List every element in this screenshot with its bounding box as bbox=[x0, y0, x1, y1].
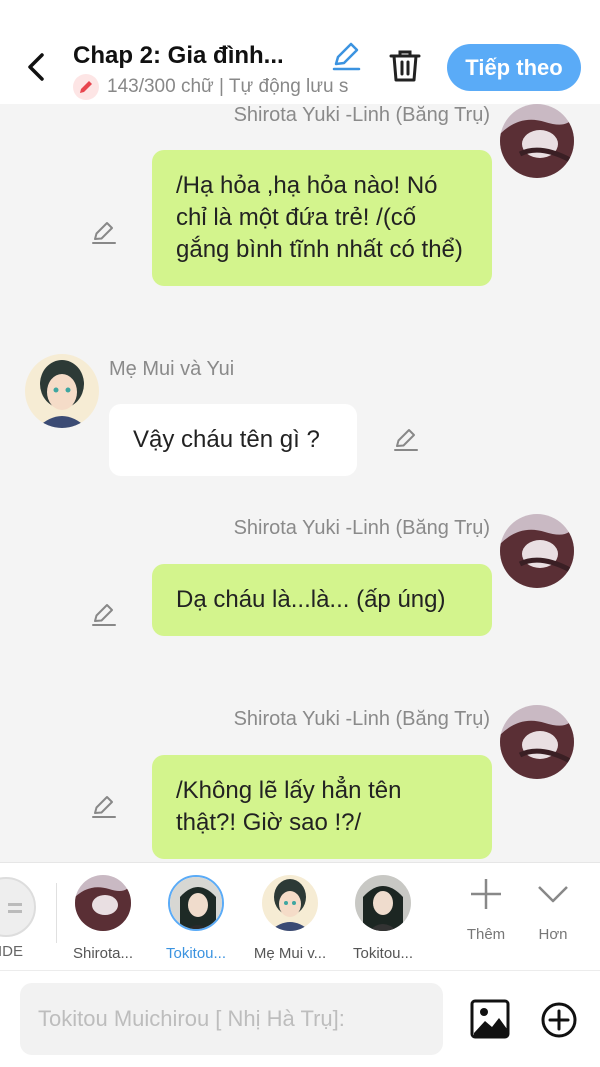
avatar bbox=[168, 875, 224, 931]
sender-name: Mẹ Mui và Yui bbox=[109, 358, 235, 380]
avatar bbox=[75, 875, 131, 931]
side-label[interactable]: IDE bbox=[0, 943, 23, 960]
word-count-text: 143/300 chữ | Tự động lưu s bbox=[107, 76, 349, 97]
pencil-badge-icon bbox=[73, 74, 99, 100]
sender-name: Shirota Yuki -Linh (Băng Trụ) bbox=[233, 708, 490, 730]
composer bbox=[0, 970, 600, 1067]
next-button[interactable]: Tiếp theo bbox=[447, 44, 581, 91]
sender-name: Shirota Yuki -Linh (Băng Trụ) bbox=[233, 104, 490, 126]
add-circle-icon[interactable] bbox=[540, 1001, 578, 1039]
edit-message-icon[interactable] bbox=[90, 218, 118, 246]
avatar-shirota[interactable] bbox=[500, 705, 574, 779]
character-shirota[interactable]: Shirota... bbox=[63, 875, 143, 962]
avatar bbox=[262, 875, 318, 931]
trash-icon[interactable] bbox=[388, 48, 422, 84]
avatar-shirota[interactable] bbox=[500, 514, 574, 588]
word-count-status: 143/300 chữ | Tự động lưu s bbox=[73, 72, 363, 102]
message-bubble[interactable]: Vậy cháu tên gì ? bbox=[109, 404, 357, 476]
character-me-mui[interactable]: Mẹ Mui v... bbox=[250, 875, 330, 962]
character-tokitou-selected[interactable]: Tokitou... bbox=[156, 875, 236, 962]
edit-message-icon[interactable] bbox=[90, 600, 118, 628]
character-tokitou-2[interactable]: Tokitou... bbox=[343, 875, 423, 962]
edit-title-icon[interactable] bbox=[330, 40, 362, 72]
avatar-me-mui[interactable] bbox=[25, 354, 99, 428]
avatar bbox=[355, 875, 411, 931]
divider bbox=[56, 883, 57, 943]
more-characters-button[interactable]: Hơn bbox=[523, 877, 583, 943]
character-selector: IDE Shirota... Tokitou... Mẹ Mui v... To… bbox=[0, 862, 600, 970]
message-bubble[interactable]: Dạ cháu là...là... (ấp úng) bbox=[152, 564, 492, 636]
add-character-button[interactable]: Thêm bbox=[456, 877, 516, 943]
plus-icon bbox=[471, 879, 501, 909]
side-toggle-icon[interactable] bbox=[0, 877, 36, 937]
edit-message-icon[interactable] bbox=[90, 792, 118, 820]
more-label: Hơn bbox=[538, 926, 568, 943]
avatar-shirota[interactable] bbox=[500, 104, 574, 178]
sender-name: Shirota Yuki -Linh (Băng Trụ) bbox=[233, 517, 490, 539]
back-arrow-icon[interactable] bbox=[22, 50, 52, 84]
message-bubble[interactable]: /Không lẽ lấy hẳn tên thật?! Giờ sao !?/ bbox=[152, 755, 492, 859]
message-input[interactable] bbox=[20, 983, 443, 1055]
header: Chap 2: Gia đình... 143/300 chữ | Tự độn… bbox=[0, 0, 600, 104]
edit-message-icon[interactable] bbox=[392, 425, 420, 453]
add-label: Thêm bbox=[466, 926, 506, 943]
chapter-title[interactable]: Chap 2: Gia đình... bbox=[73, 42, 303, 70]
character-label: Mẹ Mui v... bbox=[253, 945, 327, 962]
character-label: Tokitou... bbox=[165, 945, 227, 962]
chevron-down-icon bbox=[538, 886, 568, 903]
chat-area[interactable]: Shirota Yuki -Linh (Băng Trụ) /Hạ hỏa ,h… bbox=[0, 104, 600, 862]
image-icon[interactable] bbox=[470, 999, 510, 1039]
character-label: Tokitou... bbox=[352, 945, 414, 962]
message-bubble[interactable]: /Hạ hỏa ,hạ hỏa nào! Nó chỉ là một đứa t… bbox=[152, 150, 492, 286]
character-label: Shirota... bbox=[72, 945, 134, 962]
